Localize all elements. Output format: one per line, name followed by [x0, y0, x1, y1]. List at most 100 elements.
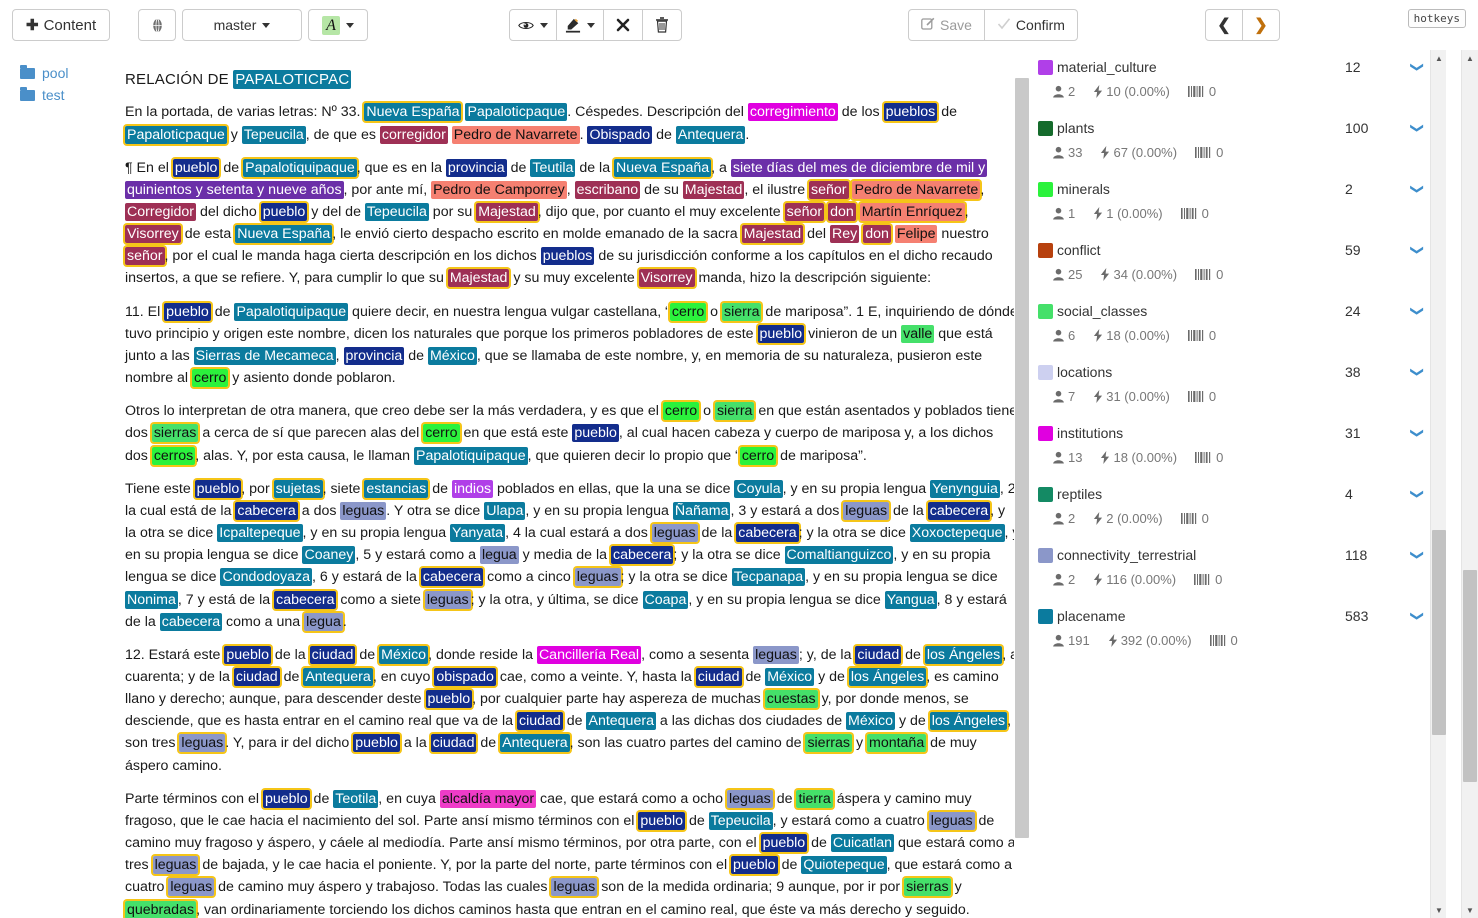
chevron-down-icon[interactable]: ❮: [1408, 544, 1423, 566]
annotation-conn[interactable]: leguas: [753, 645, 799, 664]
chevron-down-icon[interactable]: ❮: [1408, 605, 1423, 627]
annotation-maroon[interactable]: señor: [809, 180, 849, 199]
annotation-placename[interactable]: Papalotiquipaque: [243, 158, 357, 177]
entity-row[interactable]: conflict 59 ❮ 25 34 (0.00%) 0: [1030, 239, 1445, 282]
annotation-minerals[interactable]: cerro: [192, 369, 229, 388]
annotation-placename[interactable]: Teotila: [333, 789, 379, 808]
annotation-navy[interactable]: pueblo: [757, 324, 805, 343]
annotation-placename[interactable]: Ulapa: [484, 501, 526, 520]
annotation-placename[interactable]: Nueva España: [235, 225, 333, 244]
annotation-placename[interactable]: Quiotepeque: [801, 856, 887, 875]
annotation-navy[interactable]: cabecera: [927, 501, 991, 520]
annotation-placename[interactable]: Papaloticpaque: [465, 103, 568, 122]
chevron-down-icon[interactable]: ❮: [1408, 178, 1423, 200]
entity-header[interactable]: institutions 31 ❮: [1038, 422, 1427, 444]
annotation-navy[interactable]: cabecera: [420, 568, 484, 587]
entity-header[interactable]: conflict 59 ❮: [1038, 239, 1427, 261]
annotation-navy[interactable]: cabecera: [736, 524, 799, 543]
annotation-placename[interactable]: Tepeucila: [241, 125, 306, 144]
annotation-navy[interactable]: pueblo: [572, 424, 619, 443]
annotation-navy[interactable]: pueblo: [194, 479, 242, 498]
annotation-conn[interactable]: leguas: [424, 590, 471, 609]
annotation-placename[interactable]: los Ángeles: [929, 712, 1008, 731]
sidebar-item-test[interactable]: test: [0, 84, 113, 106]
annotation-maroon[interactable]: Visorrey: [638, 269, 695, 288]
annotation-minerals[interactable]: cerro: [739, 446, 777, 465]
annotation-minerals[interactable]: cerro: [662, 402, 700, 421]
branch-selector[interactable]: master: [182, 9, 302, 41]
annotation-navy[interactable]: pueblo: [731, 856, 778, 875]
scrollbar-thumb[interactable]: [1432, 530, 1446, 735]
chevron-down-icon[interactable]: ❮: [1408, 483, 1423, 505]
annotation-navy[interactable]: pueblo: [164, 302, 211, 321]
annotation-navy[interactable]: pueblo: [263, 789, 310, 808]
annotation-navy[interactable]: pueblos: [540, 247, 595, 266]
annotation-placename[interactable]: Yanyata: [450, 524, 506, 543]
annotation-minerals[interactable]: cerro: [423, 424, 460, 443]
save-button[interactable]: Save: [908, 9, 985, 41]
annotation-placename[interactable]: Yenynguia: [930, 479, 1000, 498]
annotation-maroon[interactable]: don: [863, 225, 891, 244]
annotation-rose[interactable]: Martín Enríquez: [859, 203, 965, 222]
entity-header[interactable]: connectivity_terrestrial 118 ❮: [1038, 544, 1427, 566]
annotation-socialcl[interactable]: sierra: [722, 302, 762, 321]
chevron-down-icon[interactable]: ❮: [1408, 300, 1423, 322]
annotation-maroon[interactable]: señor: [784, 203, 825, 222]
chevron-down-icon[interactable]: ❮: [1408, 361, 1423, 383]
annotation-placename[interactable]: los Ángeles: [848, 667, 927, 686]
window-scrollbar[interactable]: ▲ ▼: [1461, 50, 1478, 918]
entity-row[interactable]: connectivity_terrestrial 118 ❮ 2 116 (0.00%)…: [1030, 544, 1445, 587]
add-content-button[interactable]: ✚ Content: [12, 9, 111, 41]
annotation-navy[interactable]: pueblo: [353, 734, 400, 753]
annotation-placename[interactable]: estancias: [364, 479, 429, 498]
annotation-rose[interactable]: Pedro de Navarrete: [852, 180, 981, 199]
annotation-conn[interactable]: legua: [304, 612, 343, 631]
sidebar-item-pool[interactable]: pool: [0, 62, 113, 84]
annotation-navy[interactable]: pueblo: [638, 811, 685, 830]
entity-header[interactable]: plants 100 ❮: [1038, 117, 1427, 139]
annotation-placename[interactable]: Nonima: [125, 590, 178, 609]
annotation-placename[interactable]: Nueva España: [614, 158, 712, 177]
annotation-maroon[interactable]: Rey: [830, 225, 860, 244]
annotation-placename[interactable]: Cuicatlan: [830, 834, 895, 853]
next-document-button[interactable]: ❯: [1242, 9, 1280, 41]
entity-row[interactable]: minerals 2 ❮ 1 1 (0.00%) 0: [1030, 178, 1445, 221]
annotation-navy[interactable]: ciudad: [309, 645, 356, 664]
annotation-rose[interactable]: Pedro de Camporrey: [431, 180, 567, 199]
entity-row[interactable]: plants 100 ❮ 33 67 (0.00%) 0: [1030, 117, 1445, 160]
annotation-maroon[interactable]: don: [828, 203, 856, 222]
annotation-maroon[interactable]: Majestad: [476, 203, 538, 222]
annotation-placename[interactable]: Condodoyaza: [220, 568, 313, 587]
annotation-placename[interactable]: los Ángeles: [924, 645, 1003, 664]
annotation-placename[interactable]: México: [846, 712, 895, 731]
annotation-placename[interactable]: Papalotiquipaque: [413, 446, 528, 465]
annotation-placename[interactable]: Icpaltepeque: [217, 524, 303, 543]
annotation-conn[interactable]: leguas: [340, 501, 387, 520]
annotation-socialcl[interactable]: montaña: [867, 734, 927, 753]
annotation-conn[interactable]: leguas: [179, 734, 226, 753]
entity-header[interactable]: minerals 2 ❮: [1038, 178, 1427, 200]
annotation-materialcul[interactable]: indios: [451, 479, 494, 498]
hotkeys-badge[interactable]: hotkeys: [1407, 9, 1466, 28]
annotation-conn[interactable]: leguas: [574, 568, 621, 587]
visibility-button[interactable]: [509, 9, 557, 41]
annotation-placename[interactable]: Nueva España: [364, 103, 462, 122]
annotation-placename[interactable]: Coaney: [302, 546, 356, 565]
annotation-navy[interactable]: pueblo: [172, 158, 220, 177]
annotation-conn[interactable]: leguas: [928, 811, 975, 830]
annotation-maroon[interactable]: corregidor: [379, 125, 448, 144]
confirm-button[interactable]: Confirm: [983, 9, 1078, 41]
annotation-institutions[interactable]: corregimiento: [747, 103, 838, 122]
annotation-socialcl[interactable]: sierra: [714, 402, 755, 421]
annotation-placename[interactable]: Antequera: [303, 667, 373, 686]
annotation-placename[interactable]: Ñañama: [672, 501, 731, 520]
annotation-navy[interactable]: ciudad: [233, 667, 280, 686]
annotation-navy[interactable]: Obispado: [587, 125, 653, 144]
annotation-maroon[interactable]: Majestad: [447, 269, 510, 288]
chevron-down-icon[interactable]: ❮: [1408, 422, 1423, 444]
entity-header[interactable]: locations 38 ❮: [1038, 361, 1427, 383]
entity-row[interactable]: material_culture 12 ❮ 2 10 (0.00%) 0: [1030, 56, 1445, 99]
clear-annotations-button[interactable]: [603, 9, 643, 41]
annotation-navy[interactable]: pueblos: [883, 103, 938, 122]
annotation-conn[interactable]: leguas: [843, 501, 890, 520]
